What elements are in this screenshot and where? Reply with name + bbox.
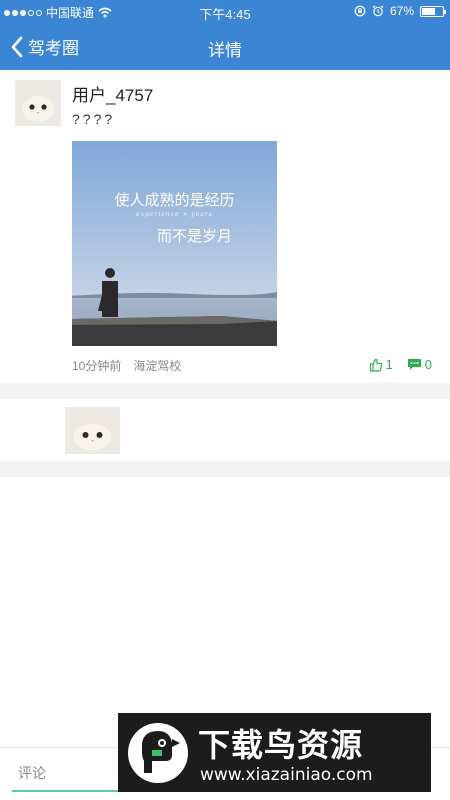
image-caption-line1: 使人成熟的是经历 xyxy=(114,191,235,209)
post-card: 用户_4757 ???? 使人成熟的是经历 experience × years… xyxy=(0,70,450,383)
section-divider xyxy=(0,383,450,399)
battery-percent: 67% xyxy=(389,4,414,18)
alarm-icon xyxy=(372,5,384,17)
nav-bar: 驾考圈 详情 xyxy=(0,24,450,70)
comment-button[interactable]: 0 xyxy=(407,357,432,372)
cat-avatar-image xyxy=(15,80,61,126)
image-caption-subtext: experience × years xyxy=(136,211,213,218)
status-bar: 中国联通 下午4:45 67% xyxy=(0,0,450,24)
rotation-lock-icon xyxy=(354,5,366,17)
post-username[interactable]: 用户_4757 xyxy=(72,81,153,106)
post-actions: 1 0 xyxy=(369,357,432,372)
comment-icon xyxy=(407,359,421,370)
avatar[interactable] xyxy=(15,80,61,126)
bird-logo-icon xyxy=(128,723,188,783)
post-time: 10分钟前 xyxy=(72,359,122,373)
battery-icon xyxy=(420,5,446,17)
watermark-url: www.xiazainiao.com xyxy=(200,765,373,785)
detail-screen: 中国联通 下午4:45 67% 驾考圈 详情 用户_4757 ???? 使人成熟… xyxy=(0,0,450,800)
post-location: 海淀驾校 xyxy=(133,359,182,373)
like-count: 1 xyxy=(385,357,393,372)
liker-avatar[interactable] xyxy=(65,407,120,454)
watermark-banner: 下载鸟资源 www.xiazainiao.com xyxy=(118,713,431,792)
like-button[interactable]: 1 xyxy=(369,357,393,372)
post-meta: 10分钟前 海淀驾校 xyxy=(72,357,181,374)
page-title: 详情 xyxy=(208,41,242,60)
post-image[interactable]: 使人成熟的是经历 experience × years 而不是岁月 xyxy=(72,141,277,346)
liked-users xyxy=(0,399,450,461)
status-right: 67% xyxy=(354,4,446,18)
image-caption-line2: 而不是岁月 xyxy=(156,227,232,245)
section-divider xyxy=(0,461,450,477)
comment-count: 0 xyxy=(424,357,432,372)
thumbs-up-icon xyxy=(369,358,382,372)
cat-avatar-image xyxy=(65,407,120,454)
watermark-title: 下载鸟资源 xyxy=(198,726,364,764)
post-content: ???? xyxy=(72,111,116,127)
